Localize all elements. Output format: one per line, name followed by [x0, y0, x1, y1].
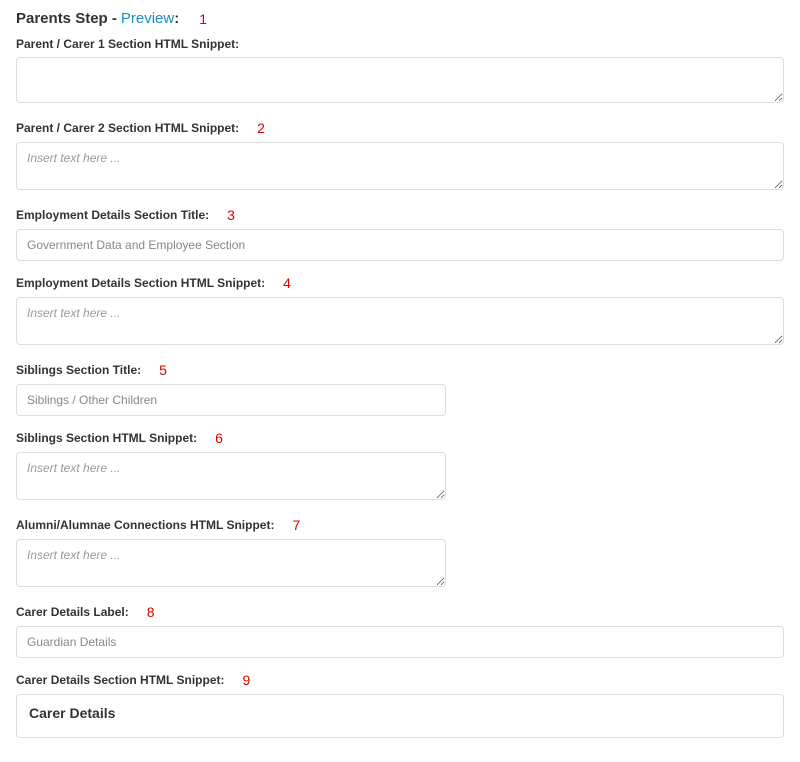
carer-details-snippet-input[interactable]: Carer Details — [16, 694, 784, 738]
alumni-snippet-label: Alumni/Alumnae Connections HTML Snippet:… — [16, 517, 784, 533]
employment-snippet-group: Employment Details Section HTML Snippet:… — [16, 275, 784, 348]
carer-details-label-input[interactable] — [16, 626, 784, 658]
label-text: Carer Details Section HTML Snippet: — [16, 673, 224, 687]
carer-details-snippet-label: Carer Details Section HTML Snippet: 9 — [16, 672, 784, 688]
annotation-9: 9 — [242, 672, 250, 688]
annotation-5: 5 — [159, 362, 167, 378]
siblings-title-group: Siblings Section Title: 5 — [16, 362, 784, 416]
label-text: Employment Details Section Title: — [16, 208, 209, 222]
employment-title-label: Employment Details Section Title: 3 — [16, 207, 784, 223]
label-text: Carer Details Label: — [16, 605, 129, 619]
carer1-snippet-group: Parent / Carer 1 Section HTML Snippet: — [16, 37, 784, 106]
page-title-suffix: : — [174, 10, 179, 27]
label-text: Parent / Carer 2 Section HTML Snippet: — [16, 121, 239, 135]
label-text: Parent / Carer 1 Section HTML Snippet: — [16, 37, 239, 51]
carer1-snippet-input[interactable] — [16, 57, 784, 103]
annotation-2: 2 — [257, 120, 265, 136]
carer2-snippet-input[interactable] — [16, 142, 784, 190]
page-title-prefix: Parents Step - — [16, 10, 117, 27]
siblings-snippet-input[interactable] — [16, 452, 446, 500]
employment-snippet-label: Employment Details Section HTML Snippet:… — [16, 275, 784, 291]
page-header: Parents Step - Preview : 1 — [16, 10, 784, 27]
carer-details-label-label: Carer Details Label: 8 — [16, 604, 784, 620]
carer2-snippet-label: Parent / Carer 2 Section HTML Snippet: 2 — [16, 120, 784, 136]
carer-details-snippet-group: Carer Details Section HTML Snippet: 9 Ca… — [16, 672, 784, 738]
annotation-8: 8 — [147, 604, 155, 620]
siblings-title-label: Siblings Section Title: 5 — [16, 362, 784, 378]
label-text: Siblings Section HTML Snippet: — [16, 431, 197, 445]
annotation-7: 7 — [292, 517, 300, 533]
siblings-title-input[interactable] — [16, 384, 446, 416]
siblings-snippet-label: Siblings Section HTML Snippet: 6 — [16, 430, 784, 446]
employment-snippet-input[interactable] — [16, 297, 784, 345]
alumni-snippet-group: Alumni/Alumnae Connections HTML Snippet:… — [16, 517, 784, 590]
carer-details-label-group: Carer Details Label: 8 — [16, 604, 784, 658]
preview-link[interactable]: Preview — [121, 10, 174, 27]
annotation-3: 3 — [227, 207, 235, 223]
employment-title-input[interactable] — [16, 229, 784, 261]
label-text: Siblings Section Title: — [16, 363, 141, 377]
label-text: Alumni/Alumnae Connections HTML Snippet: — [16, 518, 274, 532]
annotation-1: 1 — [199, 11, 207, 27]
annotation-4: 4 — [283, 275, 291, 291]
employment-title-group: Employment Details Section Title: 3 — [16, 207, 784, 261]
siblings-snippet-group: Siblings Section HTML Snippet: 6 — [16, 430, 784, 503]
carer1-snippet-label: Parent / Carer 1 Section HTML Snippet: — [16, 37, 784, 51]
annotation-6: 6 — [215, 430, 223, 446]
label-text: Employment Details Section HTML Snippet: — [16, 276, 265, 290]
carer2-snippet-group: Parent / Carer 2 Section HTML Snippet: 2 — [16, 120, 784, 193]
alumni-snippet-input[interactable] — [16, 539, 446, 587]
